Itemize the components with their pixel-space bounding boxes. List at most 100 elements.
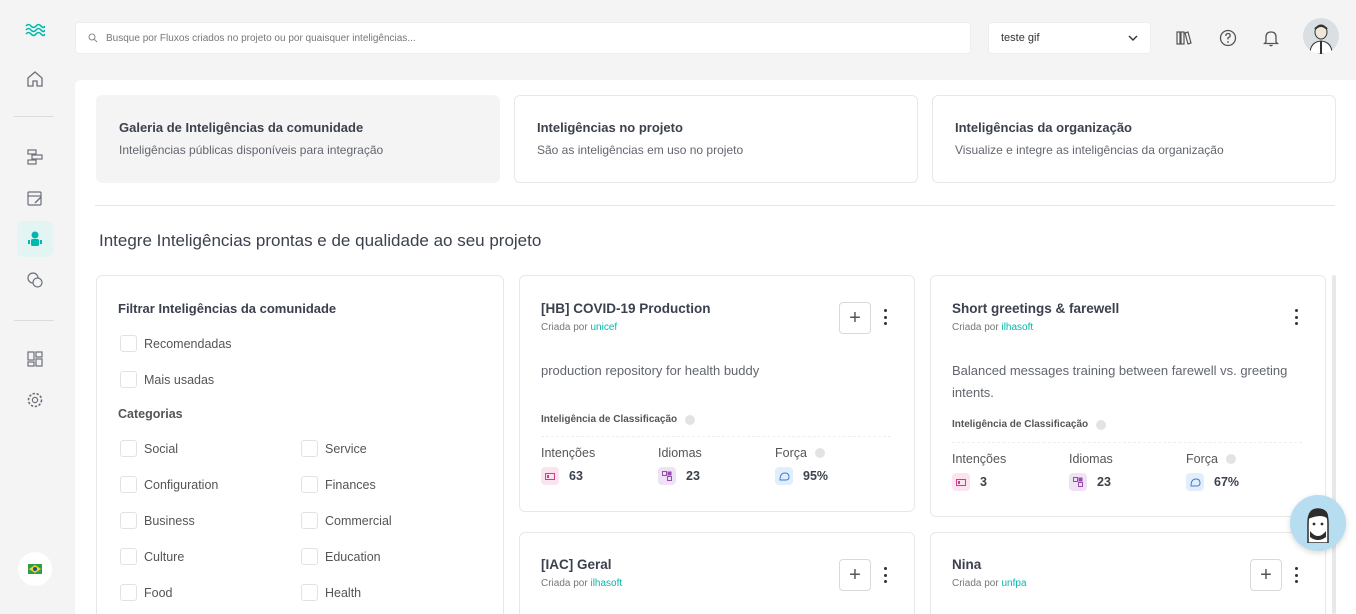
checkbox-label: Finances — [325, 477, 376, 492]
category-education[interactable]: Education — [301, 548, 381, 565]
category-finances[interactable]: Finances — [301, 476, 376, 493]
checkbox-label: Culture — [144, 549, 185, 564]
bell-icon[interactable] — [1260, 27, 1282, 49]
tab-subtitle: São as inteligências em uso no projeto — [537, 143, 744, 157]
settings-icon[interactable] — [17, 382, 53, 418]
search-bar[interactable] — [75, 22, 971, 54]
created-by-label: Criada por — [952, 578, 999, 589]
add-intelligence-button[interactable]: + — [839, 302, 871, 334]
checkbox-label: Recomendadas — [144, 336, 232, 351]
scrollbar[interactable] — [1332, 275, 1336, 614]
info-icon[interactable] — [1225, 454, 1236, 464]
checkbox[interactable] — [120, 371, 137, 388]
stat-intents: Intenções 63 — [541, 446, 651, 485]
info-icon[interactable] — [685, 414, 696, 425]
category-social[interactable]: Social — [120, 440, 178, 457]
category-business[interactable]: Business — [120, 512, 195, 529]
card-owner-link[interactable]: unicef — [590, 322, 617, 333]
strength-icon — [775, 467, 793, 485]
search-icon — [88, 33, 98, 43]
checkbox-label: Food — [144, 585, 173, 600]
created-by-label: Criada por — [541, 322, 588, 333]
checkbox[interactable] — [120, 335, 137, 352]
stat-label: Força — [1186, 452, 1218, 466]
flows-icon[interactable] — [17, 139, 53, 175]
checkbox[interactable] — [120, 476, 137, 493]
checkbox[interactable] — [301, 476, 318, 493]
checkbox-label: Configuration — [144, 477, 219, 492]
tab-project-intelligences[interactable]: Inteligências no projeto São as inteligê… — [514, 95, 918, 183]
logo-icon[interactable] — [17, 12, 53, 48]
strength-value: 95% — [803, 469, 829, 483]
category-culture[interactable]: Culture — [120, 548, 184, 565]
intelligence-card[interactable]: Short greetings & farewell Criada por il… — [930, 275, 1326, 517]
search-input[interactable] — [106, 32, 906, 44]
chatbot-launcher-icon[interactable] — [1290, 495, 1346, 551]
more-options-icon[interactable] — [1293, 567, 1299, 583]
info-icon[interactable] — [1096, 419, 1107, 430]
user-avatar[interactable] — [1303, 18, 1339, 54]
add-intelligence-button[interactable]: + — [839, 559, 871, 591]
stat-label: Idiomas — [658, 446, 702, 460]
filter-option-most-used[interactable]: Mais usadas — [120, 371, 214, 388]
more-options-icon[interactable] — [882, 309, 888, 325]
chat-icon[interactable] — [17, 262, 53, 298]
stat-intents: Intenções 3 — [952, 452, 1062, 491]
checkbox[interactable] — [120, 440, 137, 457]
dashboard-icon[interactable] — [17, 341, 53, 377]
intelligence-card[interactable]: Nina Criada por unfpa + — [930, 532, 1326, 614]
category-commercial[interactable]: Commercial — [301, 512, 392, 529]
more-options-icon[interactable] — [1293, 309, 1299, 325]
card-author: Criada por ilhasoft — [952, 322, 1033, 333]
checkbox[interactable] — [301, 512, 318, 529]
category-health[interactable]: Health — [301, 584, 361, 601]
intelligence-icon[interactable] — [17, 221, 53, 257]
card-description: production repository for health buddy — [541, 363, 760, 378]
tab-community-gallery[interactable]: Galeria de Inteligências da comunidade I… — [96, 95, 500, 183]
brazil-flag-icon[interactable] — [18, 552, 52, 586]
card-title: Short greetings & farewell — [952, 301, 1120, 316]
card-owner-link[interactable]: ilhasoft — [590, 578, 622, 589]
sidebar-divider — [14, 320, 54, 321]
filter-option-recommended[interactable]: Recomendadas — [120, 335, 232, 352]
checkbox[interactable] — [120, 512, 137, 529]
categories-label: Categorias — [118, 407, 183, 421]
card-owner-link[interactable]: ilhasoft — [1001, 322, 1033, 333]
sidebar — [0, 0, 68, 614]
info-icon[interactable] — [814, 448, 825, 458]
notes-icon[interactable] — [17, 180, 53, 216]
card-title: [IAC] Geral — [541, 557, 612, 572]
stat-strength: Força 95% — [775, 446, 885, 485]
help-icon[interactable] — [1217, 27, 1239, 49]
card-owner-link[interactable]: unfpa — [1001, 578, 1026, 589]
home-icon[interactable] — [17, 61, 53, 97]
languages-icon — [1069, 473, 1087, 491]
checkbox[interactable] — [120, 584, 137, 601]
plus-icon: + — [849, 563, 861, 586]
languages-icon — [658, 467, 676, 485]
category-service[interactable]: Service — [301, 440, 367, 457]
stat-label: Intenções — [952, 452, 1007, 466]
intents-value: 3 — [980, 475, 987, 489]
tab-title: Inteligências no projeto — [537, 120, 683, 135]
add-intelligence-button[interactable]: + — [1250, 559, 1282, 591]
card-author: Criada por ilhasoft — [541, 578, 622, 589]
intelligence-card[interactable]: [HB] COVID-19 Production Criada por unic… — [519, 275, 915, 512]
checkbox[interactable] — [301, 440, 318, 457]
project-select[interactable]: teste gif — [988, 22, 1151, 54]
checkbox[interactable] — [301, 548, 318, 565]
tab-subtitle: Inteligências públicas disponíveis para … — [119, 143, 384, 157]
library-icon[interactable] — [1173, 27, 1195, 49]
more-options-icon[interactable] — [882, 567, 888, 583]
section-divider — [95, 205, 1335, 206]
category-configuration[interactable]: Configuration — [120, 476, 218, 493]
checkbox[interactable] — [301, 584, 318, 601]
filter-panel: Filtrar Inteligências da comunidade Reco… — [96, 275, 504, 614]
created-by-label: Criada por — [541, 578, 588, 589]
category-food[interactable]: Food — [120, 584, 173, 601]
card-type-label: Inteligência de Classificação — [541, 414, 678, 425]
checkbox[interactable] — [120, 548, 137, 565]
filter-title: Filtrar Inteligências da comunidade — [118, 301, 337, 316]
intelligence-card[interactable]: [IAC] Geral Criada por ilhasoft + — [519, 532, 915, 614]
tab-organization-intelligences[interactable]: Inteligências da organização Visualize e… — [932, 95, 1336, 183]
